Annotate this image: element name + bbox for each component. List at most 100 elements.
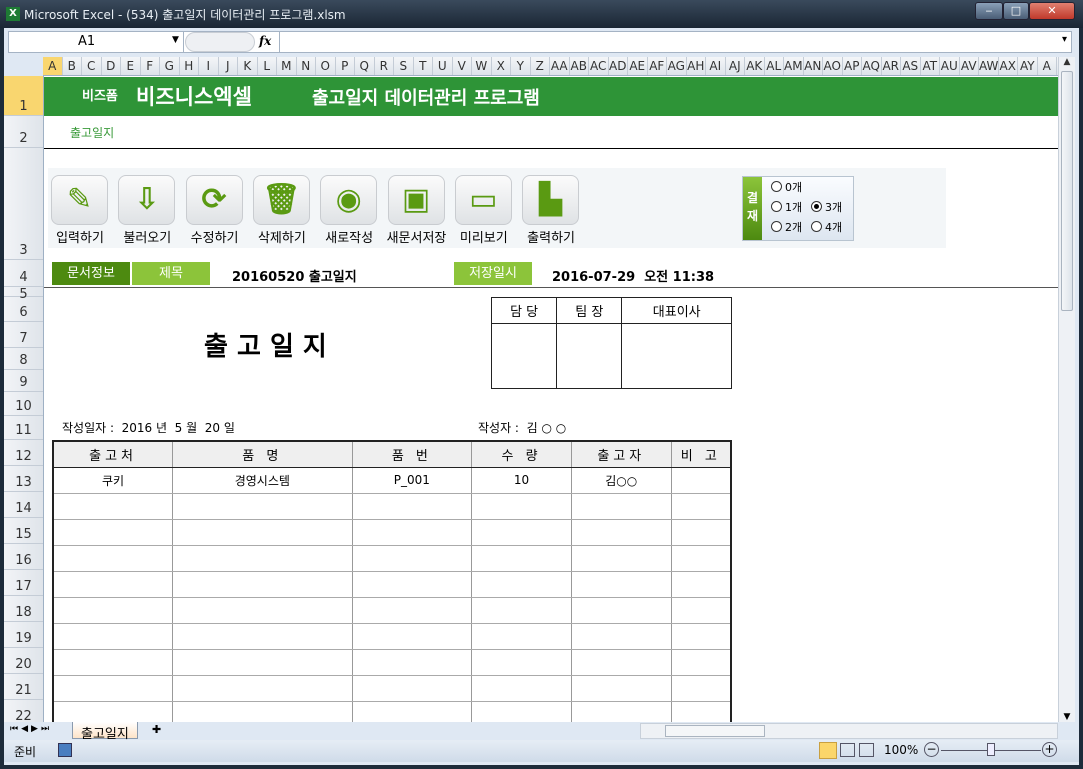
- column-header[interactable]: L: [258, 57, 277, 75]
- column-header[interactable]: AV: [960, 57, 979, 75]
- worksheet[interactable]: 비즈폼 비즈니스엑셀 출고일지 데이터관리 프로그램 출고일지 ✎ 입력하기 ⇩ 불러…: [44, 76, 1058, 722]
- table-cell[interactable]: [570, 622, 672, 650]
- column-header[interactable]: D: [102, 57, 121, 75]
- column-header[interactable]: AS: [901, 57, 921, 75]
- name-box[interactable]: A1 ▼: [8, 31, 184, 53]
- column-header[interactable]: AM: [784, 57, 804, 75]
- column-header[interactable]: AE: [628, 57, 648, 75]
- row-header[interactable]: 12: [4, 440, 43, 466]
- column-header[interactable]: AY: [1018, 57, 1038, 75]
- table-cell[interactable]: [52, 544, 174, 572]
- table-cell[interactable]: [570, 700, 672, 722]
- table-cell[interactable]: [172, 492, 353, 520]
- column-header[interactable]: AL: [765, 57, 784, 75]
- zoom-level[interactable]: 100%: [884, 743, 918, 757]
- row-header[interactable]: 9: [4, 370, 43, 392]
- column-header[interactable]: A: [43, 57, 63, 75]
- chevron-down-icon[interactable]: ▼: [172, 35, 179, 45]
- table-cell[interactable]: 김○○: [570, 466, 672, 494]
- toolbar-label[interactable]: 새문서저장: [382, 227, 452, 246]
- table-cell[interactable]: [471, 674, 572, 702]
- column-header[interactable]: H: [180, 57, 199, 75]
- column-header[interactable]: AQ: [862, 57, 882, 75]
- tab-nav-arrows[interactable]: ⏮◀▶⏭: [10, 724, 52, 734]
- table-cell[interactable]: [172, 674, 353, 702]
- column-header[interactable]: O: [316, 57, 336, 75]
- table-cell[interactable]: [471, 700, 572, 722]
- table-cell[interactable]: [471, 518, 572, 546]
- zoom-in-icon[interactable]: +: [1042, 742, 1057, 757]
- table-cell[interactable]: [670, 674, 732, 702]
- toolbar-button-4[interactable]: 🗑: [252, 175, 310, 225]
- column-header[interactable]: AI: [706, 57, 726, 75]
- column-header[interactable]: AO: [823, 57, 843, 75]
- table-cell[interactable]: [570, 518, 672, 546]
- doc-title[interactable]: 20160520 출고일지: [232, 266, 357, 285]
- table-cell[interactable]: [670, 492, 732, 520]
- table-cell[interactable]: [670, 596, 732, 624]
- column-header[interactable]: E: [121, 57, 141, 75]
- table-cell[interactable]: [351, 492, 473, 520]
- column-header[interactable]: AX: [999, 57, 1018, 75]
- scroll-down-icon[interactable]: ▼: [1059, 712, 1075, 722]
- vertical-scrollbar[interactable]: ▲ ▼: [1058, 57, 1075, 722]
- table-cell[interactable]: [570, 492, 672, 520]
- row-header[interactable]: 5: [4, 287, 43, 302]
- table-cell[interactable]: [670, 518, 732, 546]
- minimize-button[interactable]: ‒: [975, 2, 1003, 20]
- approval-radio[interactable]: 0개: [771, 179, 802, 195]
- table-cell[interactable]: [471, 492, 572, 520]
- approval-radio[interactable]: 2개: [771, 219, 802, 235]
- row-header[interactable]: 14: [4, 492, 43, 518]
- toolbar-label[interactable]: 출력하기: [516, 227, 586, 246]
- table-cell[interactable]: [52, 518, 174, 546]
- column-header[interactable]: N: [297, 57, 316, 75]
- column-header[interactable]: AT: [921, 57, 940, 75]
- column-header[interactable]: Z: [531, 57, 550, 75]
- column-header[interactable]: AC: [589, 57, 609, 75]
- table-cell[interactable]: [570, 674, 672, 702]
- h-scroll-thumb[interactable]: [665, 725, 765, 737]
- column-header[interactable]: AF: [648, 57, 667, 75]
- row-header[interactable]: 8: [4, 348, 43, 370]
- column-header[interactable]: S: [394, 57, 414, 75]
- row-header[interactable]: 13: [4, 466, 43, 492]
- row-header[interactable]: 1: [4, 76, 43, 116]
- table-cell[interactable]: [351, 700, 473, 722]
- sign-cell[interactable]: [621, 323, 732, 389]
- table-cell[interactable]: [351, 518, 473, 546]
- column-header[interactable]: U: [433, 57, 453, 75]
- row-header[interactable]: 20: [4, 648, 43, 674]
- table-cell[interactable]: [351, 674, 473, 702]
- column-header[interactable]: T: [414, 57, 433, 75]
- row-header[interactable]: 6: [4, 297, 43, 322]
- table-cell[interactable]: [351, 570, 473, 598]
- column-header[interactable]: AP: [843, 57, 862, 75]
- table-cell[interactable]: [471, 544, 572, 572]
- page-layout-icon[interactable]: [840, 743, 855, 757]
- toolbar-button-6[interactable]: ▣: [387, 175, 445, 225]
- column-header[interactable]: V: [453, 57, 472, 75]
- toolbar-label[interactable]: 미리보기: [449, 227, 519, 246]
- page-break-icon[interactable]: [859, 743, 874, 757]
- table-cell[interactable]: 쿠키: [52, 466, 174, 494]
- table-cell[interactable]: [172, 570, 353, 598]
- normal-view-icon[interactable]: [819, 742, 837, 759]
- toolbar-button-8[interactable]: ▙: [522, 175, 580, 225]
- zoom-slider-thumb[interactable]: [987, 743, 995, 756]
- row-header[interactable]: 16: [4, 544, 43, 570]
- close-button[interactable]: ✕: [1029, 2, 1075, 20]
- toolbar-label[interactable]: 입력하기: [45, 227, 115, 246]
- table-cell[interactable]: [351, 544, 473, 572]
- column-header[interactable]: F: [141, 57, 160, 75]
- radio-icon[interactable]: [771, 221, 782, 232]
- table-cell[interactable]: [670, 700, 732, 722]
- column-header[interactable]: AN: [804, 57, 823, 75]
- row-header[interactable]: 17: [4, 570, 43, 596]
- table-cell[interactable]: [570, 544, 672, 572]
- table-cell[interactable]: [172, 518, 353, 546]
- table-cell[interactable]: [471, 596, 572, 624]
- column-header[interactable]: AJ: [726, 57, 745, 75]
- table-cell[interactable]: [670, 544, 732, 572]
- row-header[interactable]: 3: [4, 148, 43, 260]
